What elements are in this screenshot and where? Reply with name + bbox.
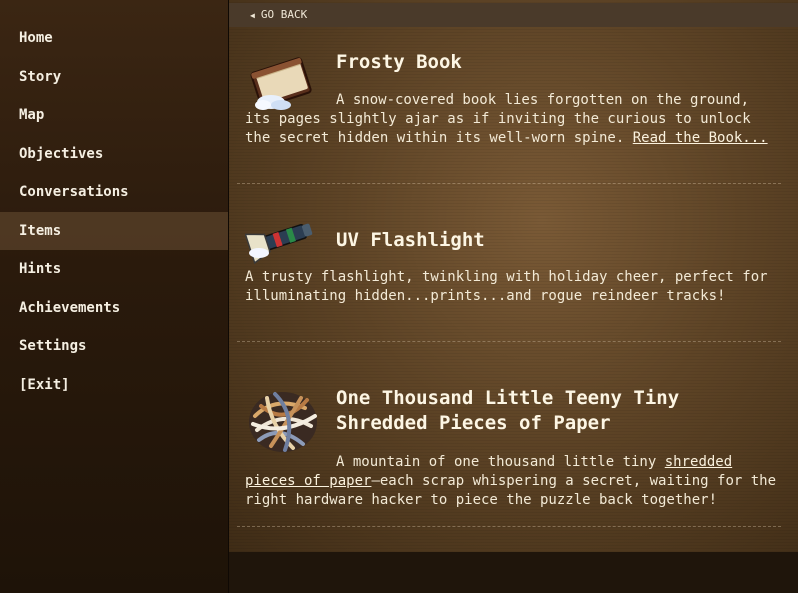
- item-title-line-1: One Thousand Little Teeny Tiny: [336, 387, 680, 409]
- item-description: A trusty flashlight, twinkling with holi…: [245, 269, 768, 304]
- item-entry: Frosty Book A snow-covered book lies for…: [245, 50, 781, 170]
- item-entry: One Thousand Little Teeny Tiny Shredded …: [245, 386, 781, 516]
- items-panel: ◀ GO BACK Frosty Book A snow-covered book…: [229, 0, 798, 552]
- divider: [237, 526, 781, 527]
- sidebar-item-objectives[interactable]: Objectives: [0, 135, 228, 174]
- read-book-link[interactable]: Read the Book...: [633, 130, 768, 146]
- item-description-text: A mountain of one thousand little tiny: [336, 454, 657, 470]
- item-description: A mountain of one thousand little tiny s…: [245, 453, 781, 510]
- item-title: One Thousand Little Teeny Tiny Shredded …: [336, 386, 679, 436]
- divider: [237, 341, 781, 342]
- flashlight-icon: [244, 215, 321, 265]
- sidebar-item-achievements[interactable]: Achievements: [0, 289, 228, 328]
- sidebar-item-items[interactable]: Items: [0, 211, 228, 250]
- go-back-label: GO BACK: [260, 8, 308, 21]
- divider: [237, 183, 781, 184]
- shredded-paper-icon: [245, 386, 321, 456]
- item-entry: UV Flashlight A trusty flashlight, twink…: [244, 223, 781, 333]
- sidebar-item-conversations[interactable]: Conversations: [0, 173, 228, 212]
- sidebar-item-hints[interactable]: Hints: [0, 250, 228, 289]
- sidebar-item-home[interactable]: Home: [0, 19, 228, 58]
- item-title-line-2: Shredded Pieces of Paper: [336, 412, 611, 434]
- item-title: UV Flashlight: [336, 229, 485, 251]
- sidebar-item-map[interactable]: Map: [0, 96, 228, 135]
- footer-band: [229, 552, 798, 593]
- item-title: Frosty Book: [336, 51, 462, 73]
- item-description: A snow-covered book lies forgotten on th…: [245, 91, 781, 148]
- sidebar-item-story[interactable]: Story: [0, 58, 228, 97]
- go-back-button[interactable]: ◀ GO BACK: [229, 3, 798, 27]
- sidebar-nav: Home Story Map Objectives Conversations …: [0, 0, 229, 593]
- sidebar-item-settings[interactable]: Settings: [0, 327, 228, 366]
- sidebar-item-exit[interactable]: [Exit]: [0, 366, 228, 405]
- back-arrow-icon: ◀: [250, 11, 255, 20]
